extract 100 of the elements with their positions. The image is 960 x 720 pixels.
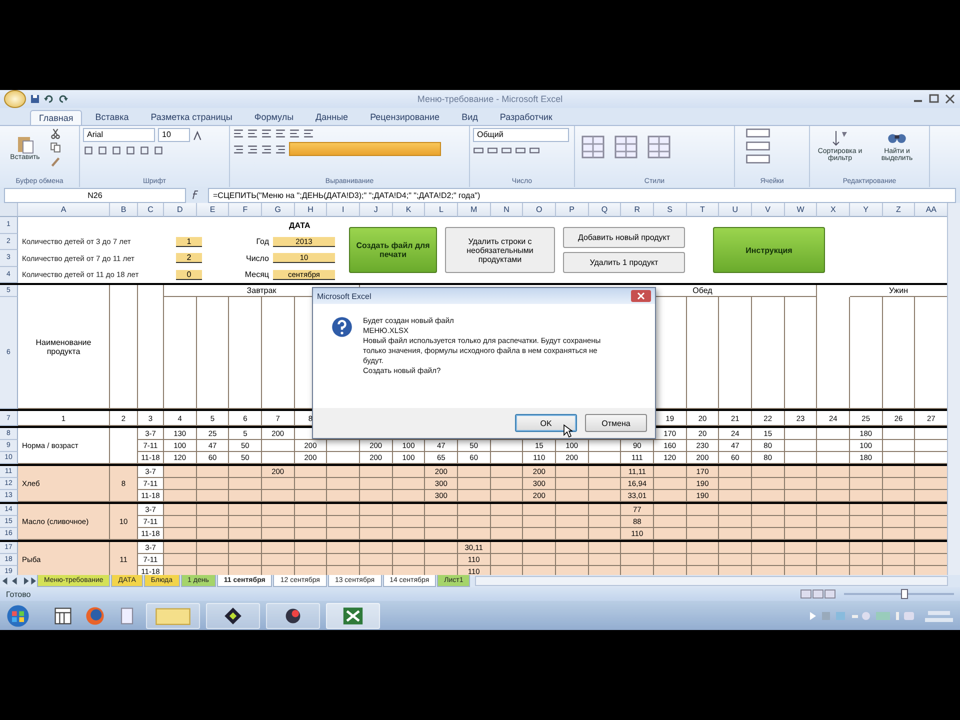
parameter-value[interactable]: 0	[176, 270, 202, 280]
column-header[interactable]: Z	[882, 203, 916, 217]
column-header[interactable]: E	[196, 203, 230, 217]
sheet-button[interactable]: Удалить строки с необязательными продуктами	[445, 227, 555, 273]
number-format-icon[interactable]	[487, 145, 498, 156]
scissors-icon[interactable]	[50, 128, 61, 139]
ribbon-tab[interactable]: Данные	[306, 109, 358, 125]
close-icon[interactable]	[944, 94, 956, 104]
redo-icon[interactable]	[58, 94, 68, 104]
sheet-button[interactable]: Удалить 1 продукт	[563, 252, 685, 273]
number-format-icon[interactable]	[473, 145, 484, 156]
column-header[interactable]: F	[229, 203, 262, 217]
ribbon-tab[interactable]: Главная	[30, 110, 82, 125]
column-header[interactable]: P	[556, 203, 589, 217]
number-format-icon[interactable]	[529, 145, 540, 156]
column-header[interactable]: AA	[915, 203, 948, 217]
align-icon[interactable]	[275, 144, 286, 154]
dialog-button[interactable]: Отмена	[585, 414, 647, 432]
column-header[interactable]: G	[262, 203, 295, 217]
close-icon[interactable]	[631, 290, 651, 302]
column-header[interactable]: I	[327, 203, 360, 217]
column-header[interactable]: A	[18, 203, 110, 217]
column-header[interactable]: J	[360, 203, 393, 217]
format-icon[interactable]	[139, 145, 150, 156]
copy-icon[interactable]	[50, 142, 61, 153]
format-icon[interactable]	[125, 145, 136, 156]
align-icon[interactable]	[289, 128, 300, 139]
ribbon-tab[interactable]: Рецензирование	[361, 109, 449, 125]
column-header[interactable]: O	[523, 203, 556, 217]
align-icon[interactable]	[261, 144, 272, 154]
column-header[interactable]: X	[817, 203, 850, 217]
ribbon-tab[interactable]: Разметка страницы	[142, 109, 242, 125]
column-header[interactable]: K	[392, 203, 426, 217]
table-cell	[654, 516, 687, 528]
ribbon-tab[interactable]: Формулы	[245, 109, 303, 125]
brush-icon[interactable]	[50, 156, 61, 167]
align-icon[interactable]	[247, 128, 258, 139]
parameter-value[interactable]: 1	[176, 236, 202, 247]
undo-icon[interactable]	[44, 94, 54, 104]
office-button[interactable]	[4, 90, 26, 108]
view-buttons-icon[interactable]	[800, 589, 836, 599]
column-header[interactable]: U	[719, 203, 752, 217]
table-cell	[164, 490, 197, 502]
column-header[interactable]: L	[425, 203, 458, 217]
app-icon[interactable]	[266, 602, 320, 628]
column-header[interactable]: H	[294, 203, 328, 217]
column-header[interactable]: T	[686, 203, 720, 217]
font-size-field[interactable]: 10	[158, 128, 190, 142]
maximize-icon[interactable]	[928, 94, 940, 104]
ribbon-tab[interactable]: Вставка	[86, 109, 138, 125]
table-cell	[294, 528, 328, 540]
column-header[interactable]: S	[654, 203, 687, 217]
align-icon[interactable]	[247, 144, 258, 154]
table-cell	[164, 554, 197, 566]
number-format-field[interactable]: Общий	[473, 128, 569, 142]
dialog-button[interactable]: OK	[515, 414, 577, 432]
column-header[interactable]: D	[164, 203, 197, 217]
table-cell	[327, 542, 360, 554]
align-icon[interactable]	[303, 128, 314, 139]
parameter-value[interactable]: 2	[176, 253, 202, 264]
column-header[interactable]: Q	[588, 203, 622, 217]
grow-font-icon[interactable]	[193, 130, 204, 140]
column-header[interactable]: C	[138, 203, 164, 217]
align-icon[interactable]	[233, 128, 244, 139]
spreadsheet-icon[interactable]	[326, 602, 380, 628]
table-cell	[490, 516, 524, 528]
format-icon[interactable]	[97, 145, 108, 156]
column-header[interactable]: V	[752, 203, 785, 217]
table-cell	[752, 490, 785, 502]
horizontal-scrollbar[interactable]	[475, 576, 948, 586]
align-icon[interactable]	[233, 144, 244, 154]
table-cell	[621, 566, 654, 575]
format-icon[interactable]	[83, 145, 94, 156]
column-header[interactable]: W	[784, 203, 818, 217]
sheet-navigation-icon[interactable]	[0, 576, 36, 586]
column-header[interactable]: N	[490, 203, 524, 217]
align-icon[interactable]	[261, 128, 272, 139]
column-header[interactable]: M	[458, 203, 491, 217]
column-header[interactable]: R	[621, 203, 654, 217]
format-icon[interactable]	[153, 145, 164, 156]
sheet-button[interactable]: Добавить новый продукт	[563, 227, 685, 248]
sheet-button[interactable]: Создать файл для печати	[349, 227, 437, 273]
number-format-icon[interactable]	[515, 145, 526, 156]
start-button-icon[interactable]	[6, 604, 30, 628]
sheet-button[interactable]: Инструкция	[713, 227, 825, 273]
font-field[interactable]: Arial	[83, 128, 155, 142]
align-icon[interactable]	[275, 128, 286, 139]
formula-field[interactable]: =СЦЕПИТЬ("Меню на ";ДЕНЬ(ДАТА!D3);" ";ДАТА!D4;" ";ДАТА!D2;" года")	[208, 188, 956, 202]
table-cell	[196, 566, 230, 575]
name-box[interactable]: N26	[4, 188, 186, 202]
column-header[interactable]: Y	[850, 203, 883, 217]
ribbon-tab[interactable]: Вид	[452, 109, 487, 125]
save-icon[interactable]	[30, 94, 40, 104]
table-cell	[392, 504, 426, 516]
number-format-icon[interactable]	[501, 145, 512, 156]
ribbon-tab[interactable]: Разработчик	[490, 109, 562, 125]
app-icon[interactable]	[206, 602, 260, 628]
column-header[interactable]: B	[110, 203, 138, 217]
vertical-scrollbar[interactable]	[947, 203, 960, 575]
format-icon[interactable]	[111, 145, 122, 156]
